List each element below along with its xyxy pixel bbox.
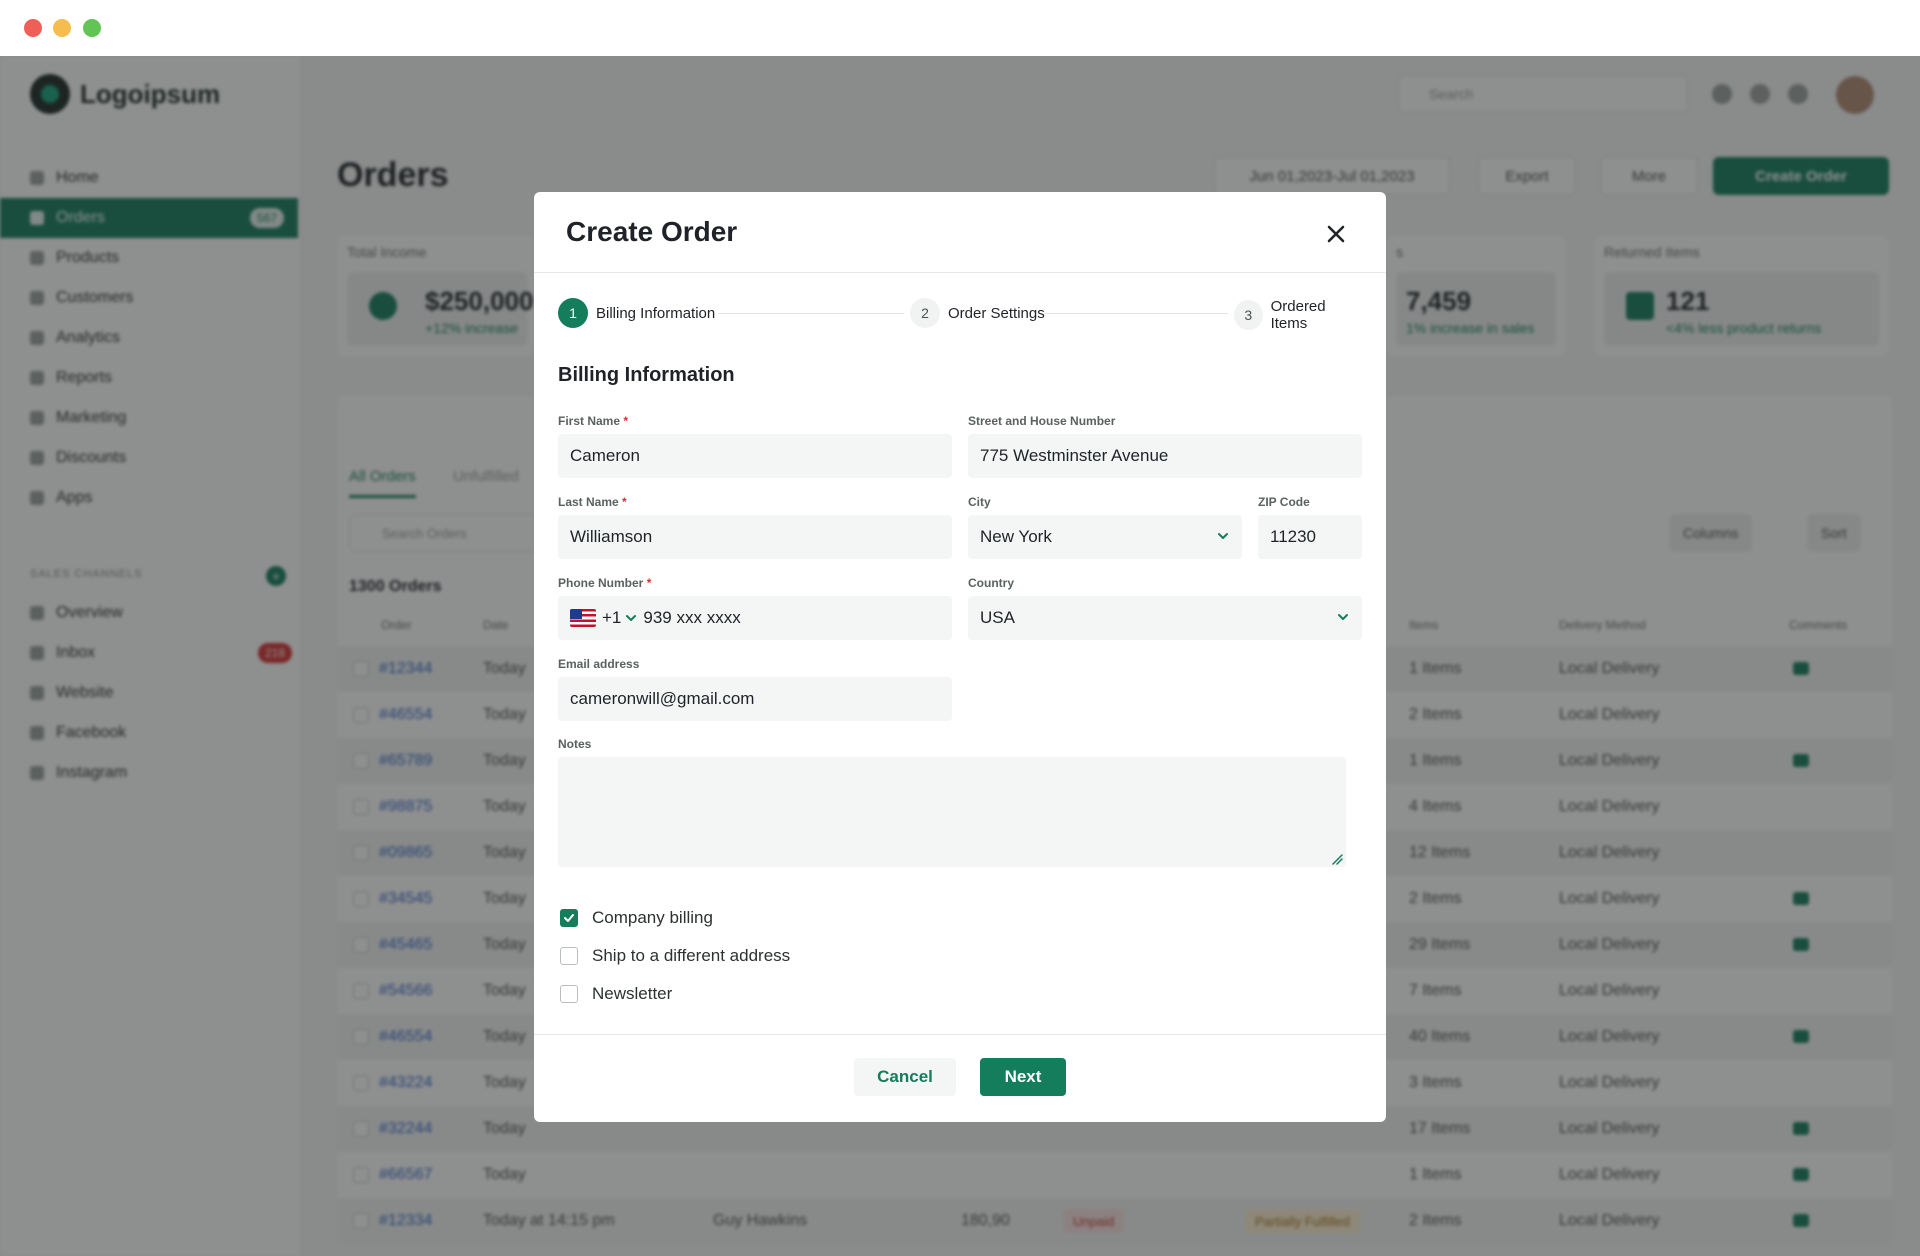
step-label: Billing Information	[596, 304, 716, 322]
country-select[interactable]: USA	[968, 596, 1362, 640]
chevron-down-icon[interactable]	[625, 612, 637, 624]
email-field[interactable]	[558, 677, 952, 721]
step-number: 2	[910, 298, 940, 328]
step-label: Order Settings	[948, 304, 1045, 322]
modal-header-divider	[534, 272, 1386, 273]
checkbox-box[interactable]	[560, 947, 578, 965]
street-field[interactable]	[968, 434, 1362, 478]
label-text: First Name	[558, 414, 621, 428]
label-text: Last Name	[558, 495, 619, 509]
next-button[interactable]: Next	[980, 1058, 1066, 1096]
last-name-label: Last Name *	[558, 495, 627, 509]
label-text: Phone Number	[558, 576, 644, 590]
stepper: 1 Billing Information 2 Order Settings 3…	[558, 298, 1362, 332]
modal-title: Create Order	[566, 216, 738, 247]
city-select[interactable]: New York	[968, 515, 1242, 559]
ship-different-address-checkbox[interactable]: Ship to a different address	[560, 946, 790, 966]
zip-field[interactable]	[1258, 515, 1362, 559]
checkbox-box[interactable]	[560, 909, 578, 927]
required-marker: *	[646, 576, 652, 590]
city-label: City	[968, 495, 991, 509]
resize-handle-icon[interactable]	[1331, 853, 1343, 865]
close-icon	[1327, 225, 1345, 243]
newsletter-checkbox[interactable]: Newsletter	[560, 984, 672, 1004]
phone-label: Phone Number *	[558, 576, 651, 590]
checkbox-label: Ship to a different address	[592, 946, 791, 965]
first-name-label: First Name *	[558, 414, 628, 428]
minimize-window-button[interactable]	[53, 19, 71, 37]
company-billing-checkbox[interactable]: Company billing	[560, 908, 713, 928]
step-number: 1	[558, 298, 588, 328]
app-window: Logoipsum Home Orders567 Products Custom…	[0, 56, 1920, 1256]
create-order-modal: Create Order 1 Billing Information 2 Ord…	[534, 192, 1386, 1122]
country-label: Country	[968, 576, 1014, 590]
city-value: New York	[980, 527, 1052, 546]
checkbox-label: Newsletter	[592, 984, 673, 1003]
chevron-down-icon	[1218, 533, 1228, 539]
checkmark-icon	[564, 914, 574, 922]
close-modal-button[interactable]	[1320, 218, 1352, 250]
step-ordered-items[interactable]: 3 Ordered Items	[1228, 298, 1362, 332]
notes-label: Notes	[558, 737, 592, 751]
section-title: Billing Information	[558, 364, 735, 386]
step-billing-information[interactable]: 1 Billing Information	[558, 298, 716, 328]
dial-code[interactable]: +1	[602, 608, 621, 628]
step-label: Ordered Items	[1270, 298, 1326, 332]
us-flag-icon[interactable]	[570, 609, 596, 627]
street-label: Street and House Number	[968, 414, 1116, 428]
email-label: Email address	[558, 657, 640, 671]
chevron-down-icon	[1338, 614, 1348, 620]
checkbox-box[interactable]	[560, 985, 578, 1003]
required-marker: *	[622, 495, 627, 509]
close-window-button[interactable]	[24, 19, 42, 37]
step-number: 3	[1234, 300, 1263, 330]
modal-footer-divider	[534, 1034, 1386, 1035]
last-name-field[interactable]	[558, 515, 952, 559]
cancel-button[interactable]: Cancel	[854, 1058, 956, 1096]
window-titlebar	[0, 0, 1920, 56]
checkbox-label: Company billing	[592, 908, 713, 927]
phone-number-input[interactable]	[643, 608, 944, 628]
phone-field-group: +1	[558, 596, 952, 640]
zip-label: ZIP Code	[1258, 495, 1310, 509]
step-order-settings[interactable]: 2 Order Settings	[904, 298, 1045, 328]
notes-textarea[interactable]	[558, 757, 1346, 867]
first-name-field[interactable]	[558, 434, 952, 478]
required-marker: *	[623, 414, 629, 428]
maximize-window-button[interactable]	[83, 19, 101, 37]
country-value: USA	[980, 608, 1015, 627]
